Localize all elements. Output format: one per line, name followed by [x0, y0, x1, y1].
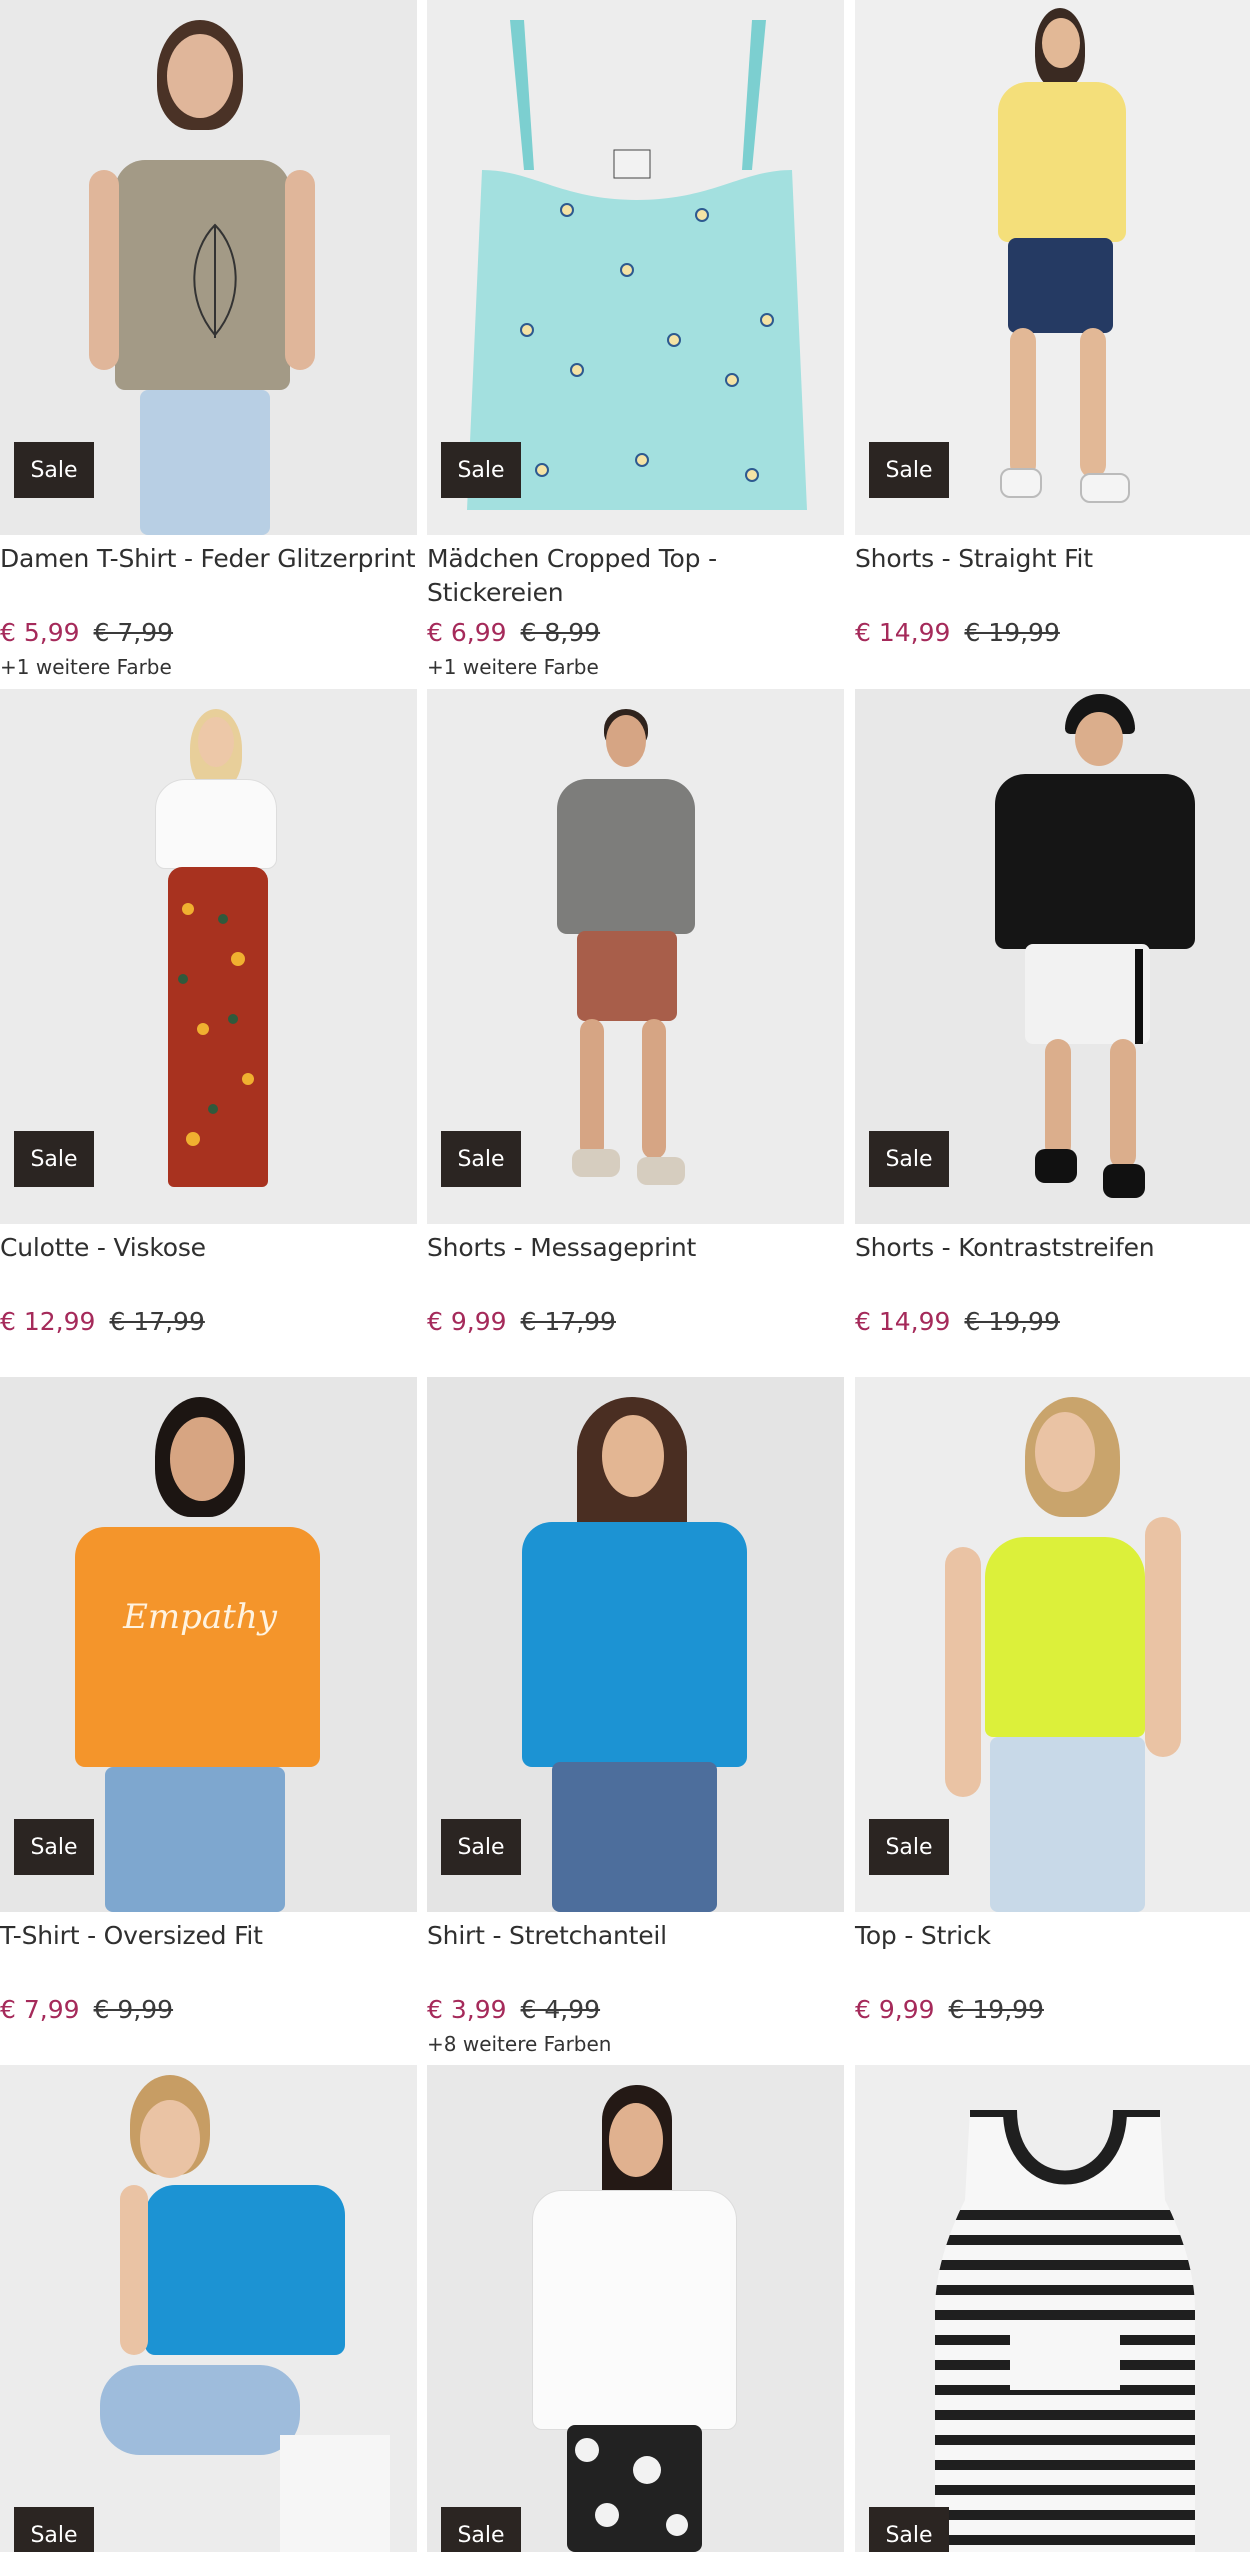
sale-badge: Sale: [441, 2507, 521, 2552]
sale-badge: Sale: [869, 1131, 949, 1187]
sale-price: € 5,99: [0, 618, 80, 647]
sale-price: € 6,99: [427, 618, 507, 647]
feather-print-icon: [193, 223, 237, 338]
product-title[interactable]: Mädchen Cropped Top - Stickereien: [427, 542, 844, 610]
product-card[interactable]: Sale Top - Strick € 9,99 € 19,99: [855, 1377, 1250, 2057]
model-figure: [89, 20, 335, 535]
model-figure: [532, 2085, 737, 2552]
product-card[interactable]: Sale: [427, 2065, 844, 2552]
sale-badge: Sale: [441, 1819, 521, 1875]
product-prices: € 3,99 € 4,99: [427, 1993, 600, 2027]
product-title[interactable]: Shorts - Messageprint: [427, 1231, 844, 1265]
model-figure: [995, 694, 1195, 1214]
product-title[interactable]: Culotte - Viskose: [0, 1231, 417, 1265]
original-price: € 19,99: [948, 1995, 1044, 2024]
original-price: € 17,99: [520, 1307, 616, 1336]
original-price: € 19,99: [964, 1307, 1060, 1336]
model-figure: [980, 8, 1145, 513]
print-graphic: Empathy: [123, 1597, 277, 1637]
sale-price: € 3,99: [427, 1995, 507, 2024]
floral-pattern: [575, 2438, 688, 2536]
product-prices: € 7,99 € 9,99: [0, 1993, 173, 2027]
original-price: € 4,99: [520, 1995, 601, 2024]
sale-badge: Sale: [869, 1819, 949, 1875]
product-card[interactable]: Sale Shirt - Stretchanteil € 3,99 € 4,99 …: [427, 1377, 844, 2057]
product-grid: Sale Damen T-Shirt - Feder Glitzerprint …: [0, 0, 1250, 2552]
product-card[interactable]: Sale Shorts - Messageprint € 9,99 € 17,99: [427, 689, 844, 1369]
product-title[interactable]: Shirt - Stretchanteil: [427, 1919, 844, 1953]
cropped-top-image: [467, 20, 807, 510]
original-price: € 8,99: [520, 618, 601, 647]
product-title[interactable]: Shorts - Straight Fit: [855, 542, 1250, 576]
product-card[interactable]: Sale Shorts - Kontraststreifen € 14,99 € …: [855, 689, 1250, 1369]
product-prices: € 9,99 € 17,99: [427, 1305, 616, 1339]
original-price: € 7,99: [93, 618, 174, 647]
product-card[interactable]: Sale: [0, 2065, 417, 2552]
product-prices: € 5,99 € 7,99: [0, 616, 173, 650]
product-prices: € 14,99 € 19,99: [855, 616, 1060, 650]
model-figure: [945, 1397, 1181, 1912]
product-card[interactable]: Sale Culotte - Viskose € 12,99 € 17,99: [0, 689, 417, 1369]
more-colors-link[interactable]: +1 weitere Farbe: [0, 654, 172, 680]
sale-badge: Sale: [441, 442, 521, 498]
sale-badge: Sale: [14, 1131, 94, 1187]
sale-badge: Sale: [14, 1819, 94, 1875]
sale-price: € 7,99: [0, 1995, 80, 2024]
sale-badge: Sale: [869, 2507, 949, 2552]
product-title[interactable]: Damen T-Shirt - Feder Glitzerprint: [0, 542, 417, 576]
more-colors-link[interactable]: +8 weitere Farben: [427, 2031, 611, 2057]
sale-badge: Sale: [869, 442, 949, 498]
product-prices: € 6,99 € 8,99: [427, 616, 600, 650]
more-colors-link[interactable]: +1 weitere Farbe: [427, 654, 599, 680]
model-figure: [542, 709, 707, 1209]
original-price: € 19,99: [964, 618, 1060, 647]
product-title[interactable]: T-Shirt - Oversized Fit: [0, 1919, 417, 1953]
sale-price: € 14,99: [855, 618, 951, 647]
original-price: € 17,99: [109, 1307, 205, 1336]
sale-price: € 14,99: [855, 1307, 951, 1336]
product-image[interactable]: [0, 2065, 417, 2552]
product-image[interactable]: [855, 2065, 1250, 2552]
original-price: € 9,99: [93, 1995, 174, 2024]
sale-badge: Sale: [14, 2507, 94, 2552]
sale-price: € 9,99: [855, 1995, 935, 2024]
sale-badge: Sale: [14, 442, 94, 498]
product-title[interactable]: Shorts - Kontraststreifen: [855, 1231, 1250, 1265]
sale-price: € 12,99: [0, 1307, 96, 1336]
product-card[interactable]: Sale Shorts - Straight Fit € 14,99 € 19,9…: [855, 0, 1250, 680]
product-prices: € 14,99 € 19,99: [855, 1305, 1060, 1339]
product-prices: € 9,99 € 19,99: [855, 1993, 1044, 2027]
sale-price: € 9,99: [427, 1307, 507, 1336]
product-title[interactable]: Top - Strick: [855, 1919, 1250, 1953]
product-image[interactable]: [427, 2065, 844, 2552]
model-figure: [80, 2075, 390, 2552]
product-card[interactable]: Sale Damen T-Shirt - Feder Glitzerprint …: [0, 0, 417, 680]
product-card[interactable]: Sale: [855, 2065, 1250, 2552]
product-prices: € 12,99 € 17,99: [0, 1305, 205, 1339]
sale-badge: Sale: [441, 1131, 521, 1187]
product-card[interactable]: Sale Mädchen Cropped Top - Stickereien €…: [427, 0, 844, 680]
model-figure: Empathy: [75, 1397, 320, 1912]
striped-tank-image: [935, 2110, 1195, 2552]
product-card[interactable]: Empathy Sale T-Shirt - Oversized Fit € 7…: [0, 1377, 417, 2057]
floral-pattern: [178, 903, 254, 1146]
model-figure: [512, 1397, 757, 1912]
model-figure: [150, 709, 280, 1209]
